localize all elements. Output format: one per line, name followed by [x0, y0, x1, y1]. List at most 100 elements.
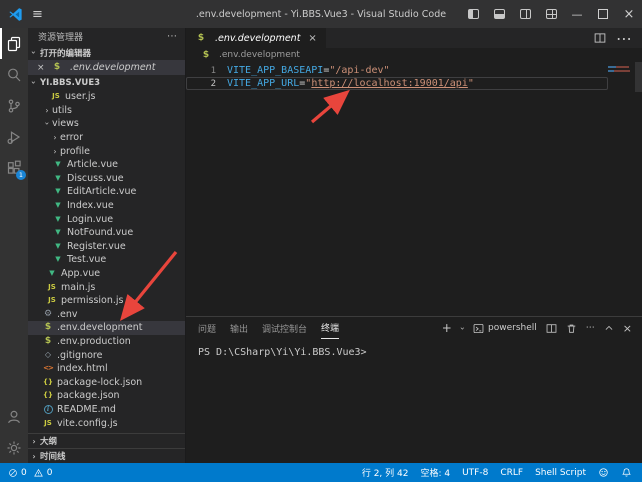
terminal-output[interactable]: PS D:\CSharp\Yi\Yi.BBS.Vue3> [186, 339, 642, 358]
file-item-.env.production[interactable]: $.env.production [28, 335, 185, 349]
notifications-bell-icon[interactable] [621, 467, 632, 478]
editor-more-actions-icon[interactable]: ⋯ [616, 29, 632, 48]
open-editors-header[interactable]: › 打开的编辑器 [28, 45, 185, 60]
more-actions-icon[interactable]: ⋯ [167, 31, 177, 42]
indentation[interactable]: 空格: 4 [420, 466, 450, 479]
outline-section-header[interactable]: › 大纲 [28, 433, 185, 448]
file-item-Index.vue[interactable]: ▼Index.vue [28, 199, 185, 213]
run-debug-icon[interactable] [0, 121, 28, 152]
split-editor-icon[interactable] [594, 32, 606, 44]
close-tab-icon[interactable]: × [308, 33, 316, 44]
maximize-panel-icon[interactable] [604, 323, 614, 333]
breadcrumb[interactable]: $ .env.development [186, 48, 642, 62]
file-item-Discuss.vue[interactable]: ▼Discuss.vue [28, 172, 185, 186]
editor-tab-bar: $ .env.development × ⋯ [186, 28, 642, 48]
file-item-NotFound.vue[interactable]: ▼NotFound.vue [28, 226, 185, 240]
file-item-EditArticle.vue[interactable]: ▼EditArticle.vue [28, 185, 185, 199]
tab-debug-console[interactable]: 调试控制台 [262, 317, 307, 339]
customize-layout-icon[interactable] [538, 0, 564, 28]
open-editor-item[interactable]: × $ .env.development [28, 60, 185, 75]
folder-item-profile[interactable]: ›profile [28, 144, 185, 158]
terminal-shell-tab[interactable]: powershell [473, 323, 537, 334]
line-number: 1 [186, 66, 227, 76]
minimize-button[interactable]: — [564, 0, 590, 28]
activity-bar: 1 [0, 28, 28, 463]
folder-item-utils[interactable]: ›utils [28, 104, 185, 118]
kill-terminal-trash-icon[interactable] [566, 323, 577, 334]
code-editor[interactable]: 1 VITE_APP_BASEAPI="/api-dev" 2 VITE_APP… [186, 62, 642, 316]
tab-env-development[interactable]: $ .env.development × [186, 28, 326, 48]
vue-file-icon: ▼ [52, 256, 64, 263]
file-item-App.vue[interactable]: ▼App.vue [28, 267, 185, 281]
bottom-panel: 问题 输出 调试控制台 终端 + › powershell [186, 316, 642, 463]
close-editor-icon[interactable]: × [37, 63, 47, 73]
file-item-Article.vue[interactable]: ▼Article.vue [28, 158, 185, 172]
extensions-icon[interactable]: 1 [0, 152, 28, 183]
file-label: utils [52, 105, 72, 116]
editor-scrollbar[interactable] [635, 62, 642, 92]
close-button[interactable]: × [616, 0, 642, 28]
split-terminal-icon[interactable] [546, 323, 557, 334]
settings-gear-icon[interactable] [0, 432, 28, 463]
cursor-position[interactable]: 行 2, 列 42 [362, 466, 409, 479]
language-mode[interactable]: Shell Script [535, 468, 586, 478]
file-item-permission.js[interactable]: JSpermission.js [28, 294, 185, 308]
tab-terminal[interactable]: 终端 [321, 317, 339, 339]
new-terminal-icon[interactable]: + [442, 321, 452, 335]
minimap[interactable] [608, 66, 632, 74]
file-label: README.md [57, 404, 116, 415]
search-icon[interactable] [0, 59, 28, 90]
file-item-main.js[interactable]: JSmain.js [28, 280, 185, 294]
file-item-Register.vue[interactable]: ▼Register.vue [28, 240, 185, 254]
file-label: Register.vue [67, 241, 126, 252]
file-item-.gitignore[interactable]: ◇.gitignore [28, 348, 185, 362]
eol-sequence[interactable]: CRLF [500, 468, 523, 478]
file-item-user.js[interactable]: JSuser.js [28, 90, 185, 104]
feedback-smiley-icon[interactable] [598, 467, 609, 478]
panel-more-actions-icon[interactable]: ⋯ [586, 323, 595, 333]
file-item-README.md[interactable]: iREADME.md [28, 403, 185, 417]
account-icon[interactable] [0, 401, 28, 432]
breadcrumb-filename: .env.development [219, 50, 300, 60]
file-label: App.vue [61, 268, 100, 279]
tab-problems[interactable]: 问题 [198, 317, 216, 339]
file-label: vite.config.js [57, 418, 118, 429]
shell-name: powershell [488, 323, 537, 333]
url-link[interactable]: http://localhost:19001/api [311, 78, 468, 89]
file-item-Test.vue[interactable]: ▼Test.vue [28, 253, 185, 267]
explorer-icon[interactable] [0, 28, 28, 59]
folder-item-views[interactable]: ›views [28, 117, 185, 131]
maximize-button[interactable] [590, 0, 616, 28]
chevron-right-icon: › [50, 147, 60, 156]
file-item-vite.config.js[interactable]: JSvite.config.js [28, 416, 185, 430]
toggle-secondary-sidebar-icon[interactable] [512, 0, 538, 28]
file-item-index.html[interactable]: <>index.html [28, 362, 185, 376]
terminal-dropdown-icon[interactable]: › [458, 326, 467, 329]
close-panel-icon[interactable]: × [623, 322, 632, 335]
menu-hamburger-icon[interactable]: ≡ [32, 8, 43, 21]
file-item-.env[interactable]: ⚙.env [28, 308, 185, 322]
problems-status[interactable]: 0 0 [8, 468, 52, 478]
folder-item-error[interactable]: ›error [28, 131, 185, 145]
shell-file-icon: $ [51, 63, 63, 72]
tab-output[interactable]: 输出 [230, 317, 248, 339]
vue-file-icon: ▼ [52, 243, 64, 250]
file-label: index.html [57, 363, 108, 374]
toggle-panel-icon[interactable] [486, 0, 512, 28]
project-section-header[interactable]: › YI.BBS.VUE3 [28, 75, 185, 90]
file-item-.env.development[interactable]: $.env.development [28, 321, 185, 335]
vue-file-icon: ▼ [46, 270, 58, 277]
file-label: permission.js [61, 295, 124, 306]
timeline-section-header[interactable]: › 时间线 [28, 448, 185, 463]
vue-file-icon: ▼ [52, 229, 64, 236]
file-item-package-lock.json[interactable]: {}package-lock.json [28, 375, 185, 389]
encoding[interactable]: UTF-8 [462, 468, 488, 478]
shell-file-icon: $ [42, 337, 54, 346]
toggle-sidebar-icon[interactable] [460, 0, 486, 28]
file-item-Login.vue[interactable]: ▼Login.vue [28, 212, 185, 226]
source-control-icon[interactable] [0, 90, 28, 121]
file-label: Test.vue [67, 254, 106, 265]
json-file-icon: {} [42, 379, 54, 386]
open-editor-label: .env.development [70, 62, 155, 73]
file-item-package.json[interactable]: {}package.json [28, 389, 185, 403]
